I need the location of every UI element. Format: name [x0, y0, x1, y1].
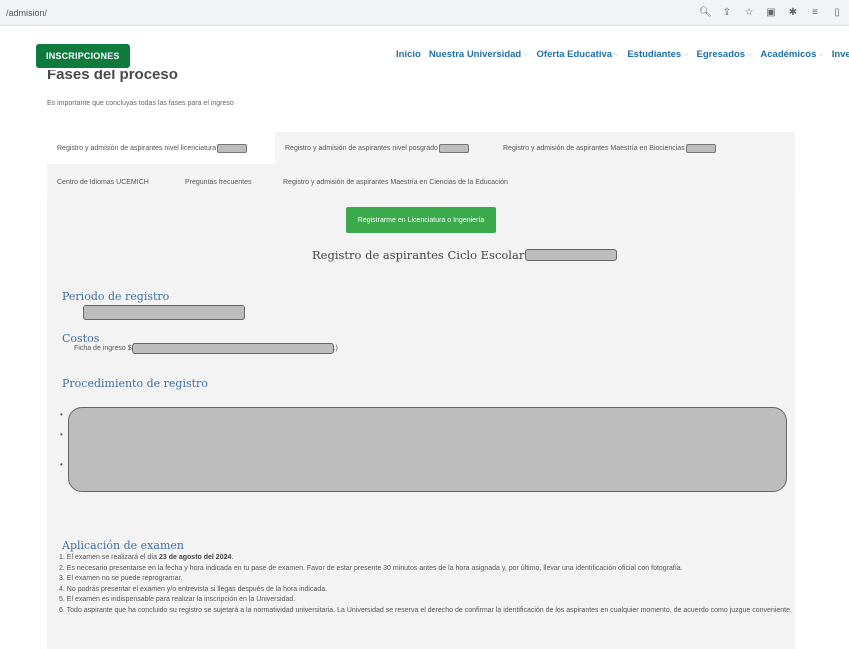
chevron-down-icon: ⌵ — [614, 50, 620, 58]
bullet: • — [60, 410, 63, 419]
exam-rule-text: El examen es indispensable para realizar… — [66, 596, 296, 604]
redacted-box — [83, 305, 245, 320]
tab-preguntas[interactable]: Preguntas frecuentes — [175, 166, 273, 198]
inscripciones-button[interactable]: INSCRIPCIONES — [36, 44, 130, 68]
sidebar-icon[interactable]: ▯ — [831, 7, 843, 18]
page-subtitle: Es importante que concluyas todas las fa… — [47, 100, 234, 107]
tab-label: Registro y admisión de aspirantes Maestr… — [283, 178, 508, 186]
exam-date: 23 de agosto del 2024 — [159, 554, 232, 561]
exam-rule-number: 5. — [59, 596, 67, 604]
nav-label: Oferta Educativa — [536, 49, 613, 60]
chevron-down-icon: ⌵ — [818, 50, 824, 58]
menu-icon[interactable]: ≡ — [809, 7, 821, 18]
redacted-box — [68, 407, 787, 492]
tab-biociencias[interactable]: Registro y admisión de aspirantes Maestr… — [493, 132, 757, 164]
nav-label: Egresados — [696, 49, 746, 60]
redacted-box — [217, 143, 248, 153]
tab-educacion[interactable]: Registro y admisión de aspirantes Maestr… — [273, 166, 563, 198]
exam-rule-item: 3. El examen no se puede reprogramar. — [59, 574, 799, 585]
periodo-heading: Periodo de registro — [62, 290, 170, 303]
nav-label: Nuestra Universidad — [428, 49, 522, 60]
exam-rule-text: . — [231, 554, 234, 561]
star-icon[interactable]: ☆ — [743, 7, 755, 18]
tab-centro-idiomas[interactable]: Centro de Idiomas UCEMICH — [47, 166, 175, 198]
exam-rule-text: Es necesario presentarse en la fecha y h… — [66, 564, 683, 572]
exam-rule-item: 6. Todo aspirante que ha concluido su re… — [59, 606, 799, 617]
extension-icon[interactable]: ▣ — [765, 7, 777, 18]
tab-posgrado[interactable]: Registro y admisión de aspirantes nivel … — [275, 132, 493, 164]
chevron-down-icon: ⌵ — [523, 50, 529, 58]
bullet: • — [60, 460, 63, 469]
puzzle-icon[interactable]: ✱ — [787, 7, 799, 18]
nav-item-oferta-educativa[interactable]: Oferta Educativa ⌵ — [537, 49, 620, 60]
exam-rule-text: El examen se realizará el día — [66, 554, 160, 561]
exam-rule-item: 1. El examen se realizará el día 23 de a… — [59, 553, 799, 564]
url-text[interactable]: /admision/ — [0, 8, 699, 18]
exam-rule-text: El examen no se puede reprogramar. — [66, 575, 183, 583]
nav-label: Académicos — [760, 49, 817, 60]
exam-rule-number: 3. — [59, 575, 67, 583]
nav-item-investiga[interactable]: Investiga — [832, 49, 849, 60]
ciclo-title-text: Registro de aspirantes Ciclo Escolar — [312, 248, 525, 262]
zoom-icon[interactable]: 🔍︎ — [699, 7, 712, 18]
main-nav: Inicio Nuestra Universidad ⌵ Oferta Educati… — [396, 49, 849, 60]
redacted-box — [525, 249, 618, 261]
tab-label: Registro y admisión de aspirantes nivel … — [285, 144, 438, 152]
tab-label: Centro de Idiomas UCEMICH — [57, 178, 149, 186]
exam-rule-number: 6. — [59, 606, 67, 614]
redacted-box — [131, 343, 334, 354]
chevron-down-icon: ⌵ — [683, 50, 689, 58]
nav-label: Estudiantes — [627, 49, 682, 60]
tab-label: Registro y admisión de aspirantes Maestr… — [503, 144, 685, 152]
browser-address-bar[interactable]: /admision/ 🔍︎ ⇪ ☆ ▣ ✱ ≡ ▯ — [0, 0, 849, 26]
chevron-down-icon: ⌵ — [747, 50, 753, 58]
exam-rules-list: 1. El examen se realizará el día 23 de a… — [59, 553, 799, 617]
nav-item-inicio[interactable]: Inicio — [396, 49, 421, 60]
exam-rule-item: 2. Es necesario presentarse en la fecha … — [59, 564, 799, 575]
exam-rule-item: 4. No podrás presentar el examen y/o ent… — [59, 585, 799, 596]
procedimiento-heading: Procedimiento de registro — [62, 377, 208, 390]
browser-toolbar-icons: 🔍︎ ⇪ ☆ ▣ ✱ ≡ ▯ — [699, 7, 849, 18]
bullet: • — [60, 430, 63, 439]
redacted-box — [685, 143, 716, 153]
register-button[interactable]: Registrarme en Licenciatura o Ingeniería — [346, 207, 496, 233]
ciclo-heading: Registro de aspirantes Ciclo Escolar — [312, 248, 618, 262]
nav-item-egresados[interactable]: Egresados ⌵ — [697, 49, 753, 60]
nav-item-estudiantes[interactable]: Estudiantes ⌵ — [627, 49, 688, 60]
exam-rule-number: 2. — [59, 564, 67, 572]
ficha-line: Ficha de ingreso $ .) — [74, 343, 338, 354]
nav-item-nuestra-universidad[interactable]: Nuestra Universidad ⌵ — [429, 49, 529, 60]
exam-rule-number: 1. — [59, 554, 67, 561]
exam-rule-number: 4. — [59, 585, 67, 593]
redacted-box — [438, 143, 469, 153]
tabs-bar: Registro y admisión de aspirantes nivel … — [47, 132, 795, 198]
page-title: Fases del proceso — [47, 70, 178, 83]
nav-label: Inicio — [396, 49, 421, 60]
examen-heading: Aplicación de examen — [62, 539, 184, 552]
ficha-suffix: .) — [333, 345, 338, 352]
nav-label: Investiga — [831, 49, 849, 60]
tab-licenciatura[interactable]: Registro y admisión de aspirantes nivel … — [47, 132, 275, 164]
exam-rule-text: No podrás presentar el examen y/o entrev… — [66, 585, 328, 593]
nav-item-académicos[interactable]: Académicos ⌵ — [760, 49, 823, 60]
ficha-prefix: Ficha de ingreso $ — [74, 345, 132, 352]
tab-label: Registro y admisión de aspirantes nivel … — [57, 144, 217, 152]
exam-rule-text: Todo aspirante que ha concluido su regis… — [66, 606, 792, 614]
share-icon[interactable]: ⇪ — [721, 7, 733, 18]
exam-rule-item: 5. El examen es indispensable para reali… — [59, 595, 799, 606]
tab-label: Preguntas frecuentes — [185, 178, 252, 186]
